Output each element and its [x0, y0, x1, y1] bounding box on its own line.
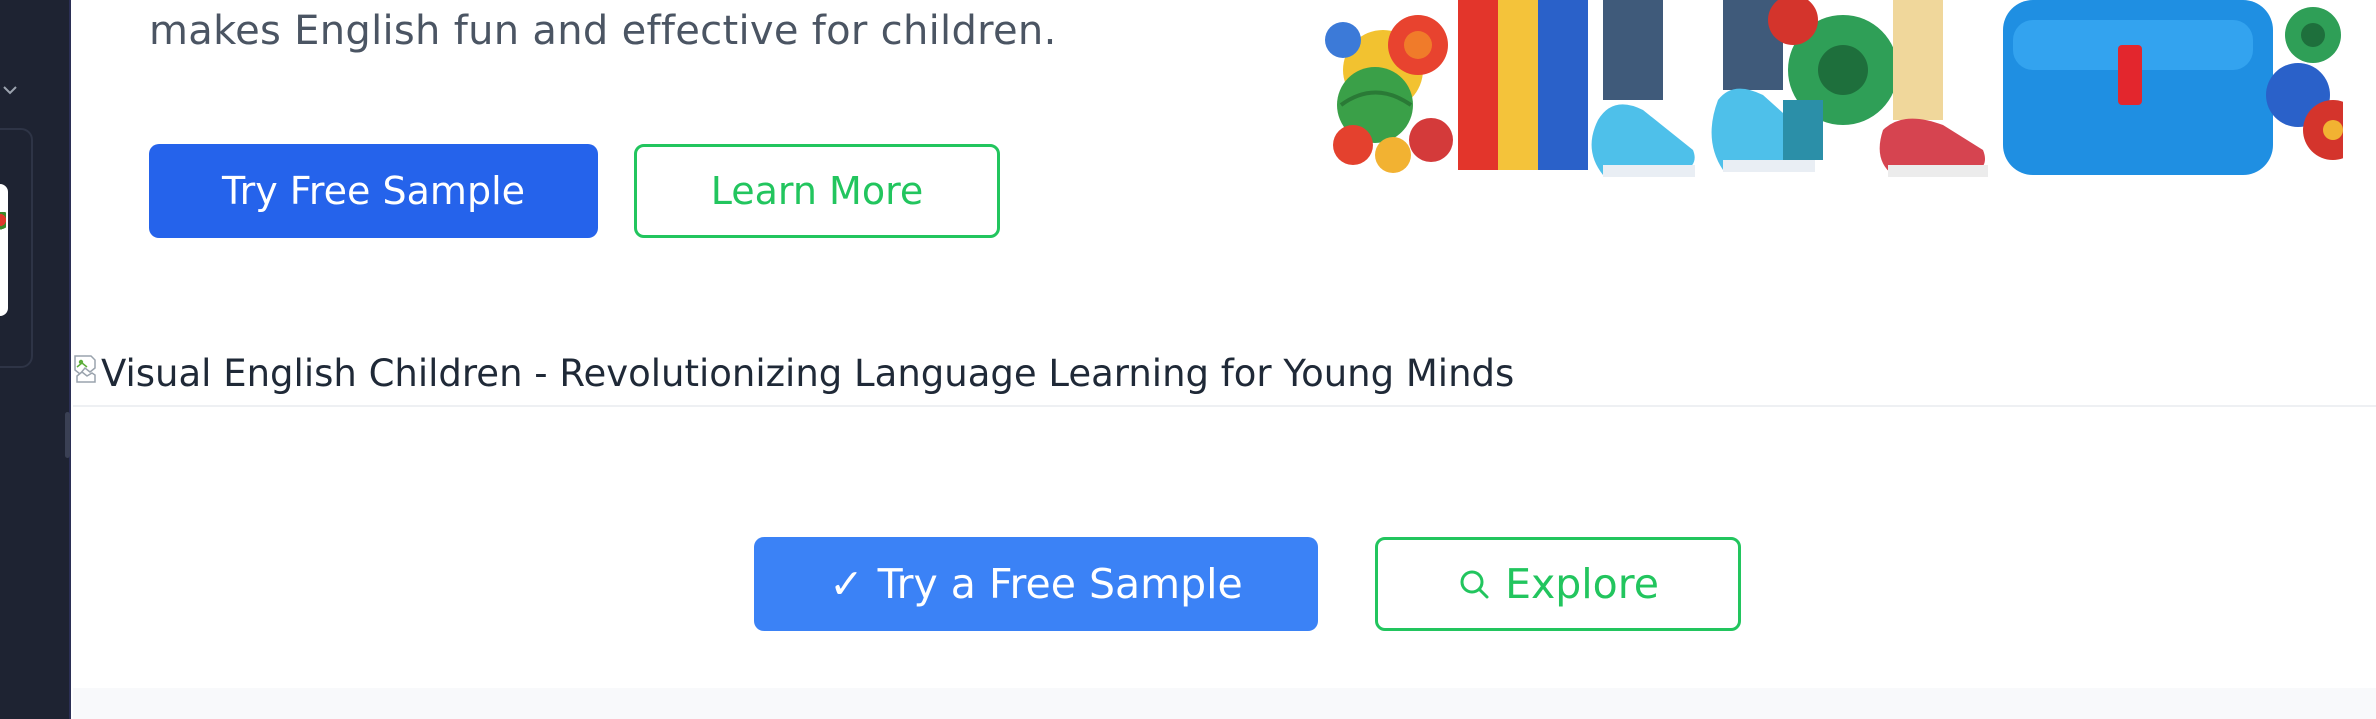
try-a-free-sample-button[interactable]: ✓ Try a Free Sample: [754, 537, 1318, 631]
next-section: [73, 688, 2376, 719]
main-content: makes English fun and effective for chil…: [73, 0, 2376, 719]
hero-illustration: [1325, 0, 2343, 177]
learn-more-button[interactable]: Learn More: [634, 144, 1000, 238]
sidebar: [0, 0, 71, 719]
search-icon: [1457, 567, 1491, 601]
explore-label: Explore: [1505, 560, 1659, 608]
chevron-down-icon[interactable]: [1, 80, 21, 100]
explore-button[interactable]: Explore: [1375, 537, 1741, 631]
try-free-sample-button[interactable]: Try Free Sample: [149, 144, 598, 238]
broken-image-icon: [74, 355, 96, 383]
sidebar-thumbnail[interactable]: [0, 184, 8, 316]
try-a-free-sample-label: Try a Free Sample: [877, 560, 1243, 608]
hero-description: makes English fun and effective for chil…: [149, 8, 1057, 54]
image-alt-text: Visual English Children - Revolutionizin…: [101, 351, 1515, 395]
resize-handle[interactable]: [65, 412, 70, 458]
checkmark-icon: ✓: [829, 560, 864, 608]
thumbnail-image: [0, 212, 6, 232]
broken-image-alt-text: Visual English Children - Revolutionizin…: [73, 350, 1514, 396]
section-divider: [73, 405, 2376, 407]
